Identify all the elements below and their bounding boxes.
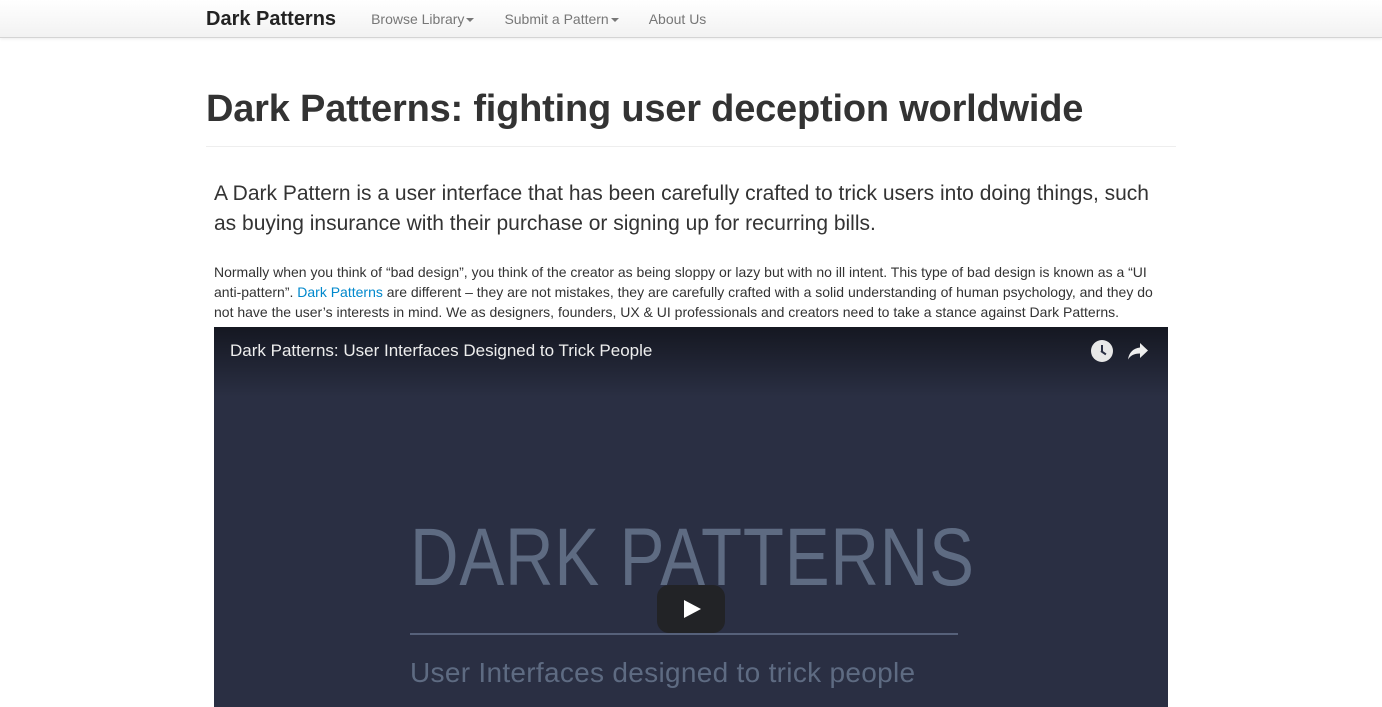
title-divider — [206, 146, 1176, 147]
caret-down-icon — [466, 17, 475, 22]
video-divider — [410, 633, 958, 635]
video-subtitle: User Interfaces designed to trick people — [410, 657, 916, 688]
nav-about-us[interactable]: About Us — [649, 0, 707, 38]
lead-paragraph: A Dark Pattern is a user interface that … — [214, 182, 1149, 235]
share-icon[interactable] — [1127, 341, 1149, 361]
nav-submit-pattern-label: Submit a Pattern — [504, 11, 609, 27]
video-top-shade — [214, 327, 1168, 397]
navbar-inner: Dark Patterns Browse Library Submit a Pa… — [206, 0, 736, 38]
video-player[interactable]: DARK PATTERNS User Interfaces designed t… — [214, 327, 1168, 707]
nav-browse-library[interactable]: Browse Library — [371, 0, 475, 38]
watch-later-icon[interactable] — [1091, 340, 1113, 362]
body-paragraph: Normally when you think of “bad design”,… — [214, 262, 1168, 322]
page-title: Dark Patterns: fighting user deception w… — [206, 88, 1084, 130]
play-icon[interactable] — [657, 585, 725, 633]
main-content: Dark Patterns: fighting user deception w… — [206, 38, 1176, 707]
caret-down-icon — [610, 17, 619, 22]
dark-patterns-link[interactable]: Dark Patterns — [297, 284, 383, 300]
navbar: Dark Patterns Browse Library Submit a Pa… — [0, 0, 1382, 38]
nav-submit-pattern[interactable]: Submit a Pattern — [504, 0, 619, 38]
brand-link[interactable]: Dark Patterns — [206, 0, 336, 38]
nav-about-us-label: About Us — [648, 11, 707, 27]
nav-browse-library-label: Browse Library — [371, 11, 465, 27]
video-title[interactable]: Dark Patterns: User Interfaces Designed … — [230, 341, 652, 361]
video-logo-text: DARK PATTERNS — [410, 512, 975, 603]
